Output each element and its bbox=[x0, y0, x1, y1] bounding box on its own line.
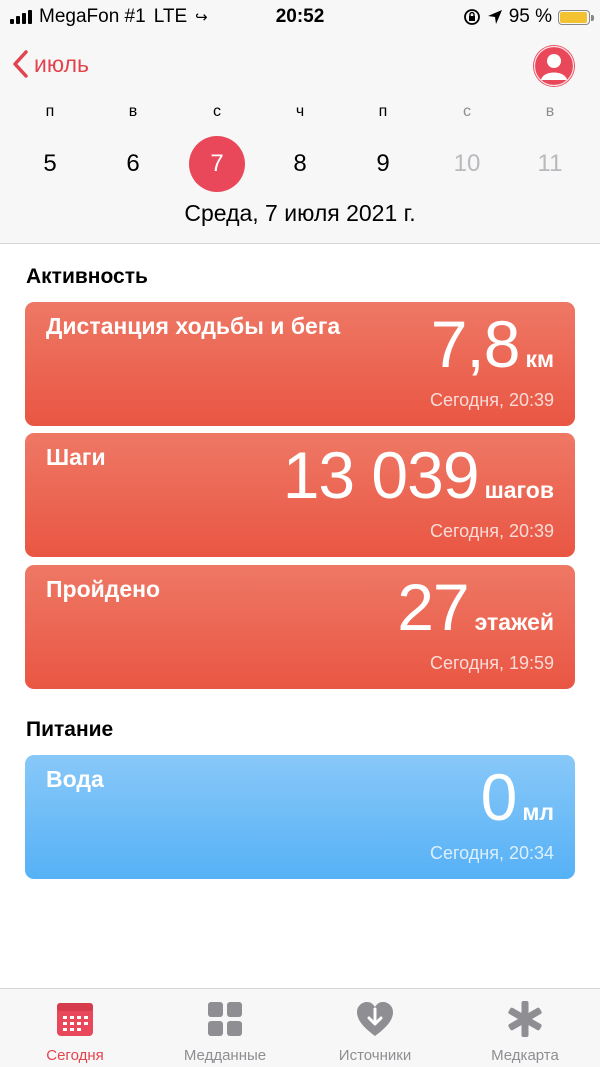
tab-label: Медкарта bbox=[491, 1047, 559, 1064]
asterisk-icon bbox=[508, 1001, 542, 1037]
water-card[interactable]: Вода 0 мл Сегодня, 20:34 bbox=[25, 755, 575, 879]
card-unit: км bbox=[525, 346, 554, 372]
weekday-label: ч bbox=[295, 103, 305, 120]
section-title-nutrition: Питание bbox=[26, 718, 114, 741]
day-11[interactable]: 11 bbox=[522, 136, 578, 192]
tab-health-data[interactable]: Медданные bbox=[150, 989, 300, 1067]
floors-card[interactable]: Пройдено 27 этажей Сегодня, 19:59 bbox=[25, 565, 575, 689]
card-timestamp: Сегодня, 20:39 bbox=[429, 521, 554, 541]
card-unit: шагов bbox=[484, 477, 554, 503]
day-7-selected[interactable]: 7 bbox=[189, 136, 245, 192]
location-icon bbox=[487, 10, 502, 24]
tab-medical-id[interactable]: Медкарта bbox=[450, 989, 600, 1067]
tab-label: Медданные bbox=[183, 1047, 267, 1064]
tab-bar: Сегодня Медданные Источники Медкарта bbox=[0, 988, 600, 1067]
day-9[interactable]: 9 bbox=[355, 136, 411, 192]
weekday-label: п bbox=[378, 103, 388, 120]
card-value-block: 7,8 км bbox=[431, 306, 554, 382]
chevron-left-icon bbox=[13, 50, 28, 78]
grid-icon bbox=[208, 1002, 242, 1036]
tab-sources[interactable]: Источники bbox=[300, 989, 450, 1067]
card-timestamp: Сегодня, 20:39 bbox=[429, 390, 554, 410]
card-title: Шаги bbox=[46, 444, 106, 470]
weekday-label: в bbox=[128, 103, 138, 120]
section-title-activity: Активность bbox=[26, 265, 148, 288]
card-timestamp: Сегодня, 20:34 bbox=[429, 843, 554, 863]
card-title: Пройдено bbox=[46, 576, 161, 602]
orientation-lock-icon bbox=[463, 9, 480, 25]
card-title: Дистанция ходьбы и бега bbox=[46, 313, 341, 339]
distance-card[interactable]: Дистанция ходьбы и бега 7,8 км Сегодня, … bbox=[25, 302, 575, 426]
card-unit: мл bbox=[522, 799, 554, 825]
weekday-row: п в с ч п с в bbox=[0, 103, 600, 127]
status-bar: MegaFon #1 LTE ↪ 20:52 95 % bbox=[0, 0, 600, 34]
calendar-icon bbox=[57, 1003, 93, 1036]
steps-card[interactable]: Шаги 13 039 шагов Сегодня, 20:39 bbox=[25, 433, 575, 557]
card-value: 13 039 bbox=[282, 438, 480, 512]
card-value-block: 27 этажей bbox=[397, 569, 554, 645]
header-area: MegaFon #1 LTE ↪ 20:52 95 % июль п в с ч… bbox=[0, 0, 600, 244]
back-label: июль bbox=[34, 50, 89, 77]
day-6[interactable]: 6 bbox=[105, 136, 161, 192]
day-10[interactable]: 10 bbox=[439, 136, 495, 192]
weekday-label: в bbox=[545, 103, 555, 120]
tab-label: Источники bbox=[338, 1047, 412, 1064]
battery-label: 95 % bbox=[508, 6, 552, 27]
battery-fill bbox=[560, 11, 587, 23]
card-title: Вода bbox=[46, 766, 104, 792]
day-8[interactable]: 8 bbox=[272, 136, 328, 192]
battery-icon bbox=[558, 9, 594, 25]
card-value: 0 bbox=[480, 760, 518, 834]
weekday-label: с bbox=[213, 103, 221, 120]
weekday-label: с bbox=[463, 103, 471, 120]
profile-button[interactable] bbox=[533, 45, 575, 87]
card-value: 7,8 bbox=[430, 307, 521, 381]
back-button[interactable]: июль bbox=[12, 50, 89, 78]
card-timestamp: Сегодня, 19:59 bbox=[429, 653, 554, 673]
card-value: 27 bbox=[397, 570, 469, 644]
card-value-block: 13 039 шагов bbox=[283, 437, 554, 513]
day-row: 5 6 7 8 9 10 11 bbox=[0, 136, 600, 194]
heart-download-icon bbox=[357, 1002, 393, 1036]
day-5[interactable]: 5 bbox=[22, 136, 78, 192]
selected-date-title: Среда, 7 июля 2021 г. bbox=[184, 200, 416, 226]
card-value-block: 0 мл bbox=[481, 759, 554, 835]
card-unit: этажей bbox=[474, 609, 554, 635]
tab-label: Сегодня bbox=[46, 1047, 104, 1064]
weekday-label: п bbox=[45, 103, 55, 120]
tab-today[interactable]: Сегодня bbox=[0, 989, 150, 1067]
profile-icon bbox=[533, 45, 575, 87]
